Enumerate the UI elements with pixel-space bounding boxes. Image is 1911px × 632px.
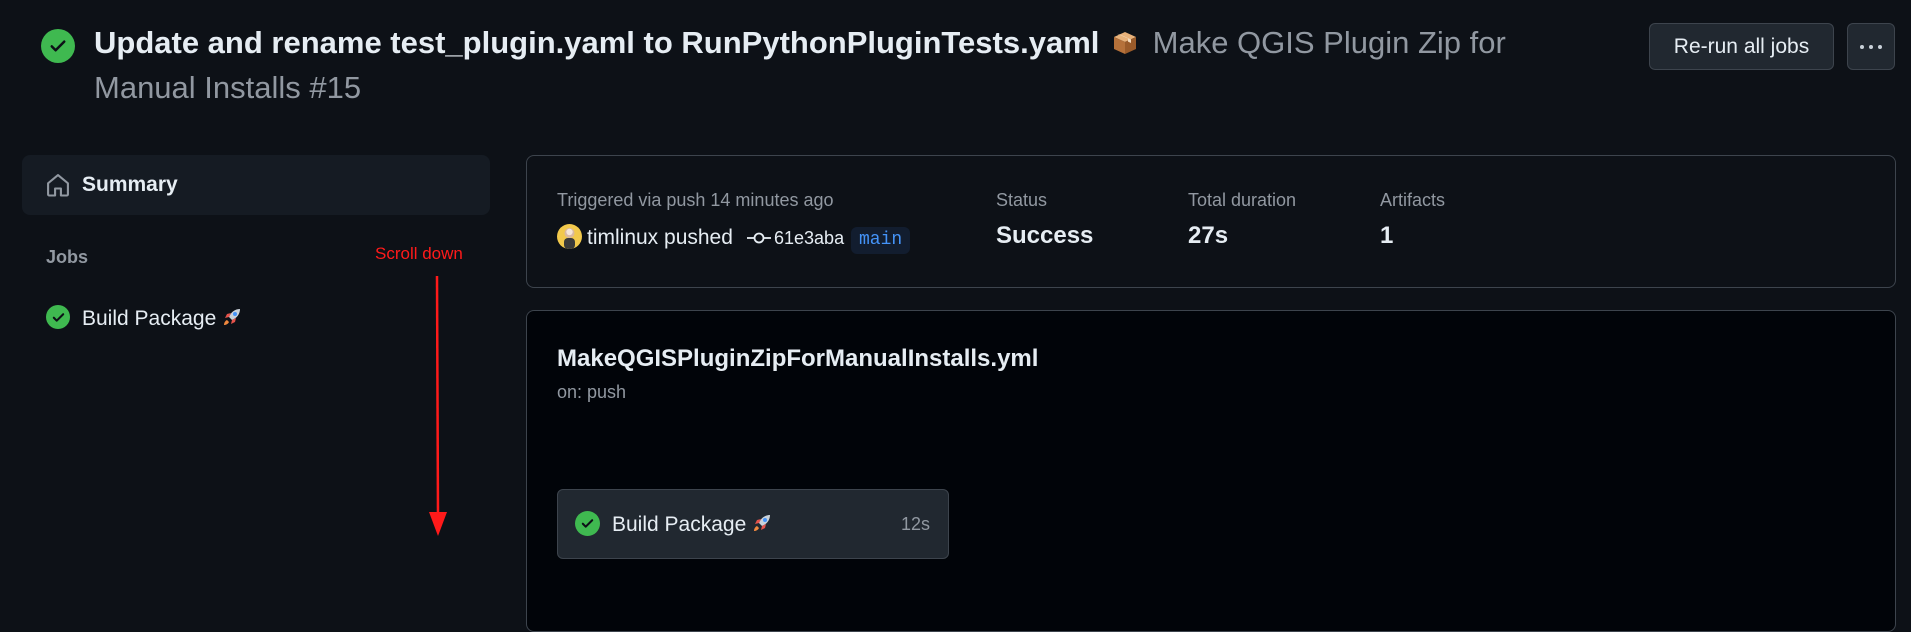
job-node-build-package[interactable]: Build Package 12s <box>557 489 949 559</box>
job-success-check-icon <box>575 511 600 536</box>
job-duration: 12s <box>900 514 930 534</box>
kebab-horizontal-icon <box>1878 44 1882 49</box>
branch-label[interactable]: main <box>851 227 911 254</box>
rocket-icon <box>750 511 774 535</box>
package-icon <box>1112 23 1138 54</box>
trigger-info: Triggered via push 14 minutes ago <box>557 190 834 210</box>
status-value: Success <box>996 222 1094 249</box>
run-summary-card: Triggered via push 14 minutes ago timlin… <box>526 155 1896 288</box>
more-actions-button[interactable] <box>1847 23 1895 70</box>
page-title: Update and rename test_plugin.yaml to Ru… <box>94 20 1614 110</box>
actor-link[interactable]: timlinux pushed <box>587 226 733 250</box>
workflow-trigger: on: push <box>557 382 627 402</box>
sidebar-item-label: Summary <box>82 173 178 196</box>
run-success-check-icon <box>41 29 75 63</box>
kebab-horizontal-icon <box>1860 44 1864 49</box>
duration-value: 27s <box>1188 222 1229 249</box>
kebab-horizontal-icon <box>1869 44 1873 49</box>
rerun-all-jobs-button[interactable]: Re-run all jobs <box>1649 23 1834 70</box>
job-success-check-icon <box>46 305 70 329</box>
status-label: Status <box>996 190 1048 210</box>
avatar[interactable] <box>557 224 582 249</box>
home-icon <box>47 174 69 197</box>
workflow-graph-card: MakeQGISPluginZipForManualInstalls.yml o… <box>526 310 1896 632</box>
jobs-heading: Jobs <box>46 247 89 267</box>
duration-label: Total duration <box>1188 190 1297 210</box>
rocket-icon <box>220 305 244 329</box>
job-node-label: Build Package <box>612 511 774 537</box>
sidebar-item-summary[interactable]: Summary <box>22 155 490 215</box>
workflow-file-name[interactable]: MakeQGISPluginZipForManualInstalls.yml <box>557 345 1038 373</box>
artifacts-label: Artifacts <box>1380 190 1446 210</box>
artifacts-value[interactable]: 1 <box>1380 222 1393 250</box>
scroll-down-annotation: Scroll down <box>375 244 463 263</box>
scroll-down-arrow-icon <box>429 275 447 536</box>
commit-title: Update and rename test_plugin.yaml to Ru… <box>94 25 1100 60</box>
commit-sha-link[interactable]: 61e3aba <box>774 228 844 249</box>
git-commit-icon <box>747 232 771 244</box>
sidebar-item-label: Build Package <box>82 305 244 331</box>
